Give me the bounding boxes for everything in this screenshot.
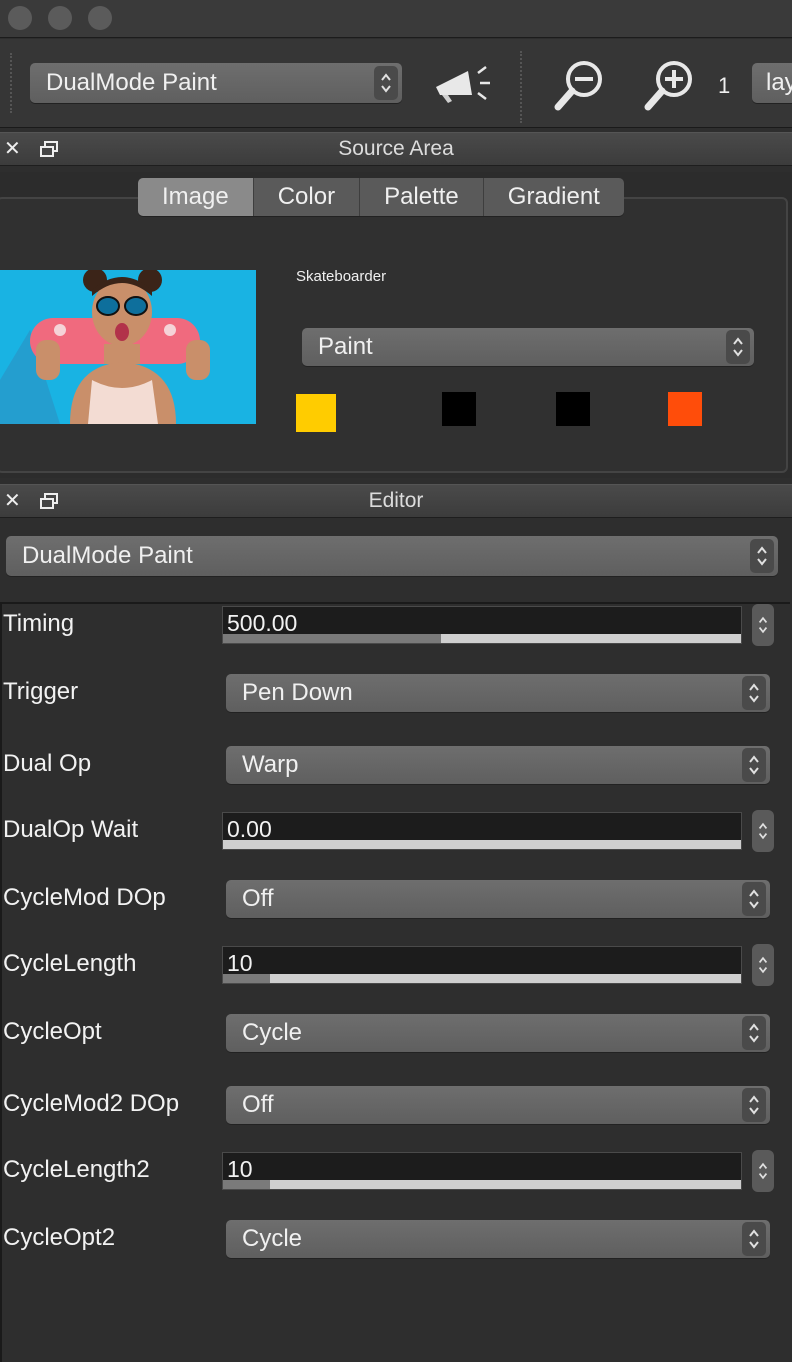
cycleopt2-label: CycleOpt2 (3, 1224, 116, 1251)
timing-label: Timing (3, 610, 75, 637)
cycleopt2-value: Cycle (242, 1225, 303, 1252)
dualop-wait-stepper[interactable] (752, 810, 774, 852)
megaphone-icon[interactable] (432, 61, 498, 105)
source-image-thumbnail[interactable] (0, 270, 256, 424)
cycleopt-value: Cycle (242, 1019, 303, 1046)
cyclemod2-dop-label: CycleMod2 DOp (3, 1090, 180, 1117)
close-icon[interactable]: ✕ (4, 491, 22, 511)
cyclemod-dop-select[interactable]: Off (226, 880, 770, 918)
tab-gradient[interactable]: Gradient (483, 178, 624, 216)
editor-preset-select[interactable]: DualMode Paint (6, 536, 778, 576)
timing-number-field[interactable]: 500.00 (222, 606, 742, 644)
minimize-window-button[interactable] (48, 6, 72, 30)
cyclemod-dop-value: Off (242, 885, 274, 912)
cyclelength2-number-field[interactable]: 10 (222, 1152, 742, 1190)
layer-select-value: lay (766, 69, 792, 96)
cycleopt-label: CycleOpt (3, 1018, 102, 1045)
timing-stepper[interactable] (752, 604, 774, 646)
updown-chevron-icon (742, 676, 766, 710)
cyclelength-value: 10 (227, 950, 253, 976)
cyclemod2-dop-select[interactable]: Off (226, 1086, 770, 1124)
color-swatch-orange[interactable] (668, 392, 702, 426)
main-toolbar: DualMode Paint 1 lay (0, 39, 792, 128)
brush-select-value: DualMode Paint (46, 69, 217, 96)
color-swatch-black-1[interactable] (442, 392, 476, 426)
trigger-label: Trigger (3, 678, 79, 705)
toolbar-separator (520, 51, 522, 123)
updown-chevron-icon (758, 1162, 768, 1180)
cyclelength2-value: 10 (227, 1156, 253, 1182)
tab-image[interactable]: Image (138, 178, 254, 216)
dualop-wait-number-field[interactable]: 0.00 (222, 812, 742, 850)
cycleopt-select[interactable]: Cycle (226, 1014, 770, 1052)
source-tabs: Image Color Palette Gradient (138, 178, 624, 216)
zoom-in-icon[interactable] (642, 57, 698, 115)
editor-preset-value: DualMode Paint (22, 542, 193, 569)
tab-color[interactable]: Color (253, 178, 361, 216)
zoom-level-label: 1 (718, 73, 731, 98)
tab-palette[interactable]: Palette (360, 178, 484, 216)
layer-select[interactable]: lay (752, 63, 792, 103)
updown-chevron-icon (726, 330, 750, 364)
dualop-wait-value: 0.00 (227, 816, 272, 842)
updown-chevron-icon (742, 882, 766, 916)
cyclemod2-dop-value: Off (242, 1091, 274, 1118)
trigger-select[interactable]: Pen Down (226, 674, 770, 712)
updown-chevron-icon (750, 539, 774, 573)
source-area-header: ✕ Source Area (0, 132, 792, 166)
cycleopt2-select[interactable]: Cycle (226, 1220, 770, 1258)
dual-op-value: Warp (242, 751, 299, 778)
editor-header: ✕ Editor (0, 484, 792, 518)
updown-chevron-icon (742, 1222, 766, 1256)
updown-chevron-icon (758, 616, 768, 634)
updown-chevron-icon (742, 1016, 766, 1050)
cyclelength-stepper[interactable] (752, 944, 774, 986)
close-icon[interactable]: ✕ (4, 139, 22, 159)
color-swatch-black-2[interactable] (556, 392, 590, 426)
zoom-window-button[interactable] (88, 6, 112, 30)
toolbar-grip[interactable] (10, 53, 12, 113)
updown-chevron-icon (374, 66, 398, 100)
updown-chevron-icon (742, 748, 766, 782)
source-image-name: Skateboarder (296, 268, 387, 285)
float-panel-icon[interactable] (40, 493, 58, 509)
editor-title: Editor (368, 489, 424, 512)
color-swatch-yellow[interactable] (296, 394, 336, 432)
cyclelength2-slider-track[interactable] (223, 1180, 741, 1189)
dual-op-select[interactable]: Warp (226, 746, 770, 784)
brush-select[interactable]: DualMode Paint (30, 63, 402, 103)
updown-chevron-icon (758, 956, 768, 974)
zoom-out-icon[interactable] (552, 57, 608, 115)
updown-chevron-icon (742, 1088, 766, 1122)
source-mode-value: Paint (318, 333, 373, 360)
cyclelength-number-field[interactable]: 10 (222, 946, 742, 984)
trigger-value: Pen Down (242, 679, 353, 706)
cyclelength2-label: CycleLength2 (3, 1156, 150, 1183)
dual-op-label: Dual Op (3, 750, 92, 777)
dualop-wait-label: DualOp Wait (3, 816, 139, 843)
timing-value: 500.00 (227, 610, 298, 636)
source-mode-select[interactable]: Paint (302, 328, 754, 366)
float-panel-icon[interactable] (40, 141, 58, 157)
source-area-title: Source Area (338, 137, 454, 160)
updown-chevron-icon (758, 822, 768, 840)
cyclelength-slider-track[interactable] (223, 974, 741, 983)
dualop-wait-slider-track[interactable] (223, 840, 741, 849)
window-titlebar (0, 0, 792, 38)
cyclelength2-stepper[interactable] (752, 1150, 774, 1192)
cyclelength-label: CycleLength (3, 950, 137, 977)
cyclemod-dop-label: CycleMod DOp (3, 884, 166, 911)
close-window-button[interactable] (8, 6, 32, 30)
